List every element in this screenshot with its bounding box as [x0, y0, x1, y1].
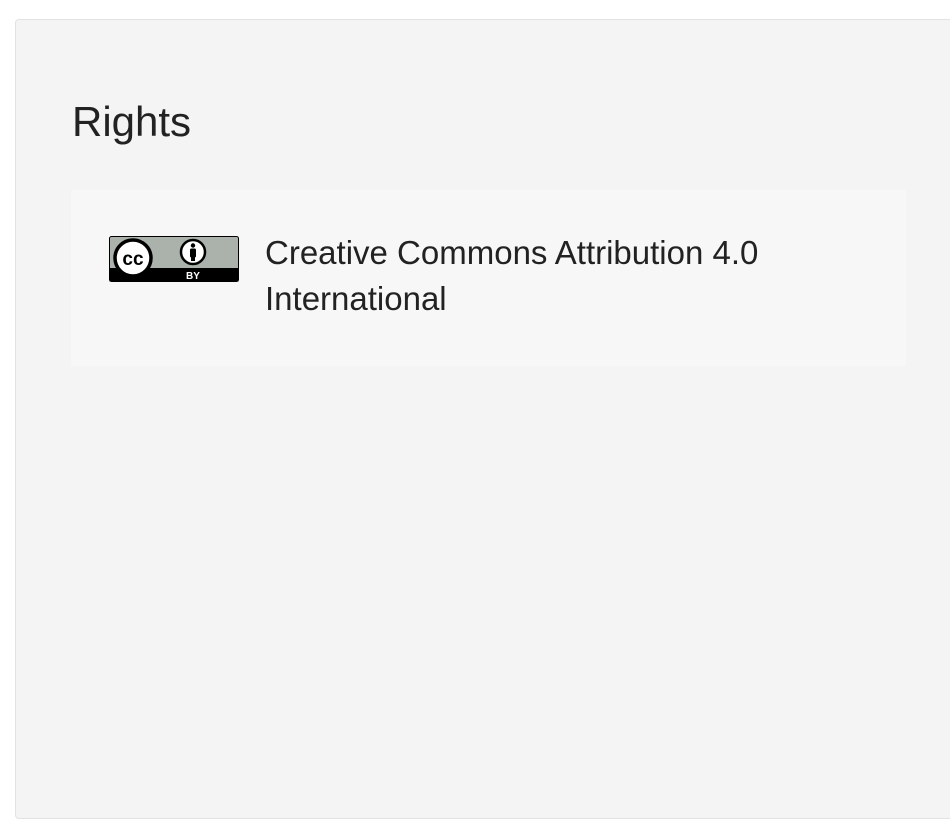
by-glyph: BY: [186, 271, 200, 282]
license-card: cc BY Creative Commons Attribution 4.0 I…: [71, 190, 906, 366]
cc-by-icon[interactable]: cc BY: [109, 236, 239, 282]
license-link[interactable]: Creative Commons Attribution 4.0 Interna…: [265, 230, 865, 322]
rights-title: Rights: [72, 98, 192, 145]
rights-panel: Rights cc BY Creative Commons Attributio…: [15, 19, 950, 819]
cc-glyph: cc: [122, 249, 144, 270]
